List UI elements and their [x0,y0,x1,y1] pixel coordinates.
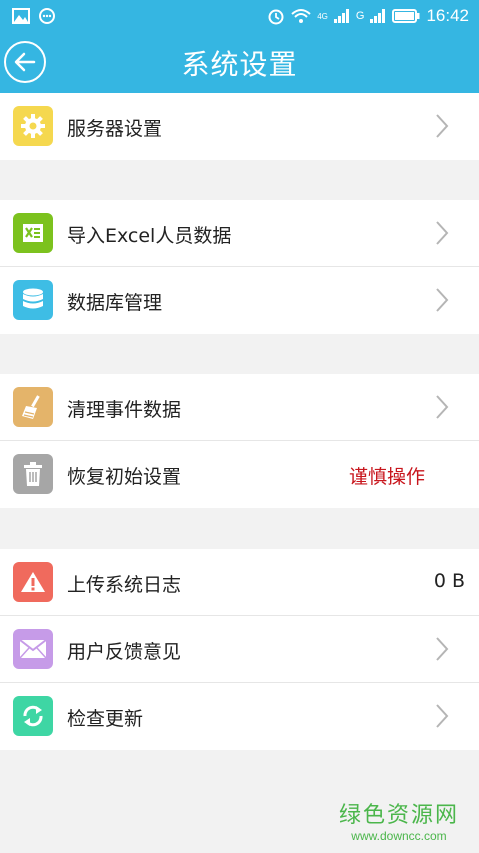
watermark-url: www.downcc.com [351,829,447,843]
check-update-item[interactable]: 检查更新 [0,683,479,750]
server-settings-label: 服务器设置 [67,118,163,140]
user-feedback-label: 用户反馈意见 [67,641,182,663]
wifi-icon [291,9,311,23]
settings-group-data: 导入Excel人员数据 数据库管理 [0,200,479,334]
upload-log-item[interactable]: 上传系统日志 0 B [0,549,479,616]
chevron-right-icon [436,114,449,138]
import-excel-label: 导入Excel人员数据 [67,225,232,247]
watermark: 绿色资源网 www.downcc.com [339,797,459,843]
chevron-right-icon [436,637,449,661]
network-4g-label: 4G [317,11,328,21]
database-management-label: 数据库管理 [67,292,163,314]
check-update-label: 检查更新 [67,708,144,730]
clear-event-data-label: 清理事件数据 [67,399,182,421]
settings-group-maintenance: 清理事件数据 恢复初始设置 谨慎操作 [0,374,479,508]
database-icon [13,280,53,320]
import-excel-item[interactable]: 导入Excel人员数据 [0,200,479,267]
network-g-label: G [355,10,365,22]
battery-icon [392,9,420,23]
warning-icon [13,562,53,602]
watermark-title: 绿色资源网 [338,803,459,828]
page-title: 系统设置 [181,48,298,81]
chevron-right-icon [436,221,449,245]
title-bar: 系统设置 [0,33,479,93]
caution-label: 谨慎操作 [348,466,425,488]
restore-defaults-item[interactable]: 恢复初始设置 谨慎操作 [0,441,479,508]
trash-icon [13,454,53,494]
status-bar: 4G G 16:42 [0,0,479,33]
settings-group-support: 上传系统日志 0 B 用户反馈意见 检查更新 [0,549,479,750]
server-settings-item[interactable]: 服务器设置 [0,93,479,160]
clock: 16:42 [426,6,469,25]
database-management-item[interactable]: 数据库管理 [0,267,479,334]
signal-icon [333,9,349,23]
chevron-right-icon [436,288,449,312]
user-feedback-item[interactable]: 用户反馈意见 [0,616,479,683]
signal-icon-2 [370,9,386,23]
clear-event-data-item[interactable]: 清理事件数据 [0,374,479,441]
image-icon [12,8,30,24]
restore-defaults-label: 恢复初始设置 [67,466,182,488]
alarm-icon [268,9,284,25]
excel-icon [13,213,53,253]
upload-log-label: 上传系统日志 [67,574,182,596]
settings-group-server: 服务器设置 [0,93,479,160]
log-size-value: 0 B [433,570,465,592]
chat-icon [39,8,55,24]
gear-icon [13,106,53,146]
chevron-right-icon [436,704,449,728]
mail-icon [13,629,53,669]
refresh-icon [13,696,53,736]
chevron-right-icon [436,395,449,419]
broom-icon [13,387,53,427]
